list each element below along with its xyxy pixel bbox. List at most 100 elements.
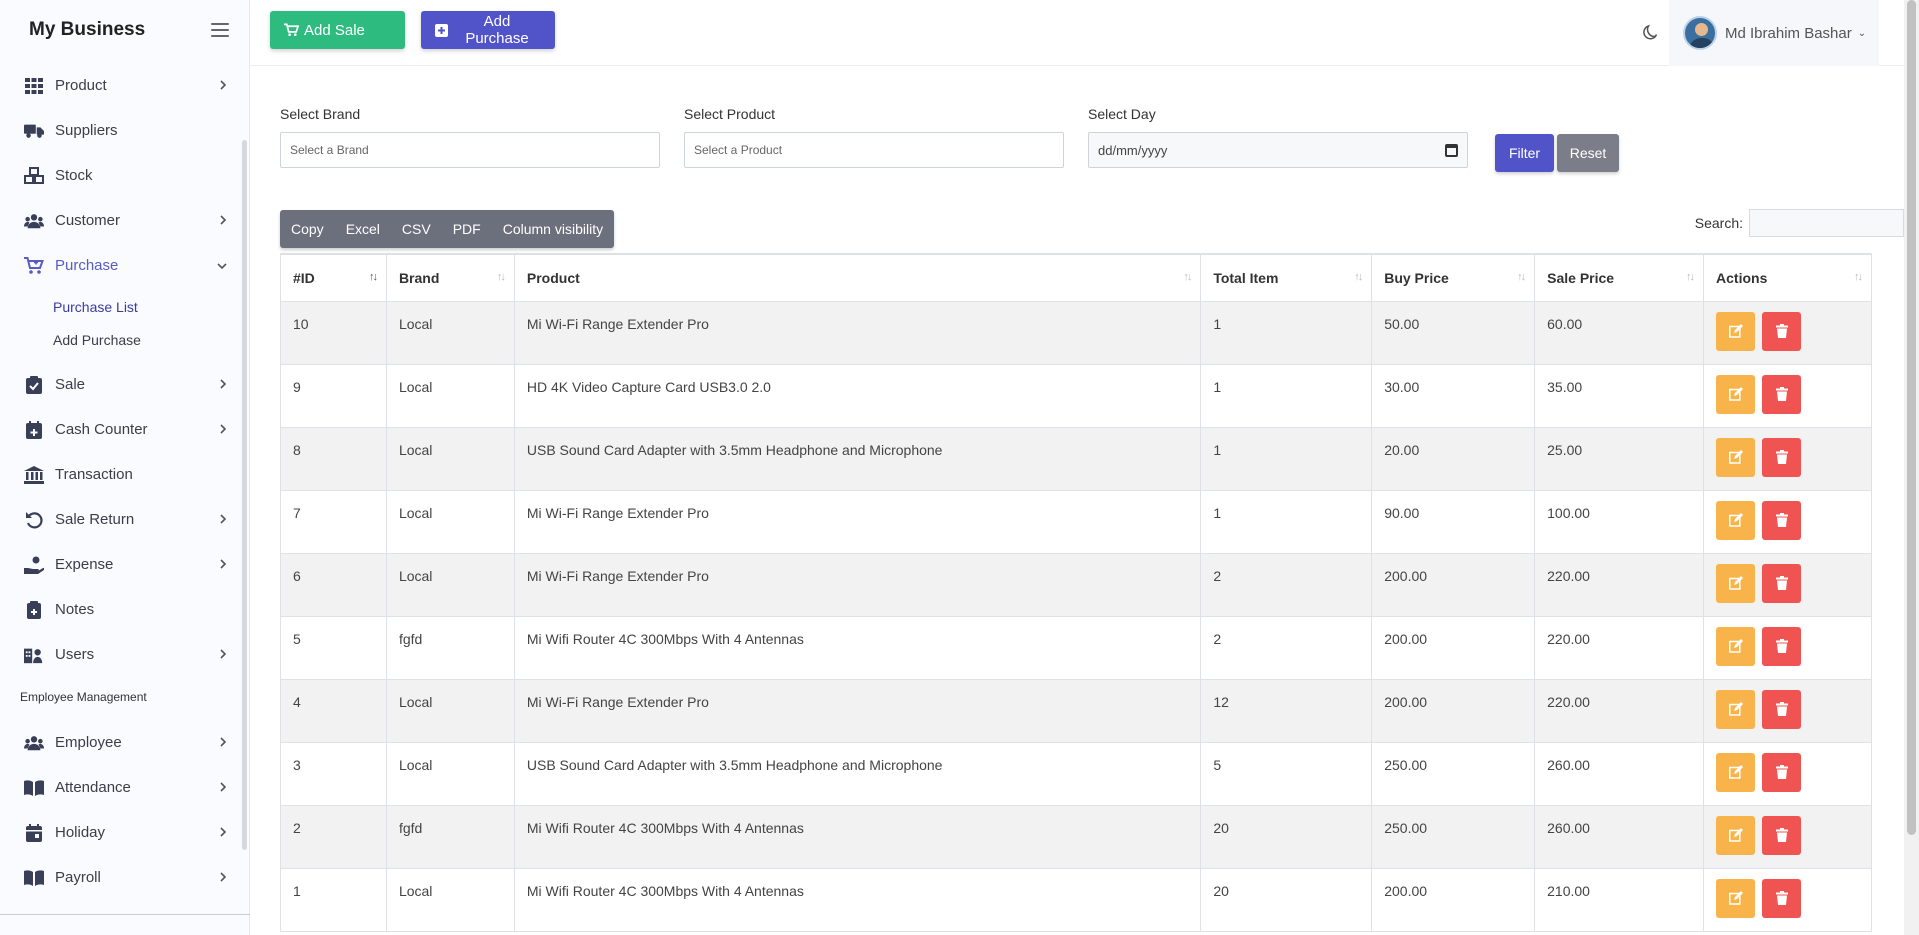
delete-button[interactable] bbox=[1762, 437, 1802, 477]
excel-button[interactable]: Excel bbox=[335, 210, 391, 248]
sidebar-item-sale-return[interactable]: Sale Return bbox=[0, 497, 249, 542]
delete-button[interactable] bbox=[1762, 500, 1802, 540]
delete-button[interactable] bbox=[1762, 878, 1802, 918]
brand-select[interactable]: Select a Brand bbox=[280, 132, 660, 168]
edit-button[interactable] bbox=[1716, 878, 1756, 918]
table-row: 5 fgfd Mi Wifi Router 4C 300Mbps With 4 An… bbox=[280, 615, 1872, 680]
chevron-right-icon bbox=[220, 735, 227, 750]
column-header-sale-price[interactable]: Sale Price ↑↓ bbox=[1534, 253, 1705, 302]
cell-sale-price: 210.00 bbox=[1534, 867, 1705, 932]
column-header-id[interactable]: #ID ↑↓ bbox=[280, 253, 387, 302]
cell-sale-price: 220.00 bbox=[1534, 552, 1705, 617]
delete-button[interactable] bbox=[1762, 626, 1802, 666]
add-sale-button[interactable]: Add Sale bbox=[270, 11, 405, 49]
section-label-employee-management: Employee Management bbox=[20, 690, 147, 704]
sidebar-item-transaction[interactable]: Transaction bbox=[0, 452, 249, 497]
edit-button[interactable] bbox=[1716, 437, 1756, 477]
search-input[interactable] bbox=[1749, 209, 1904, 237]
edit-button[interactable] bbox=[1716, 374, 1756, 414]
cell-brand: fgfd bbox=[385, 804, 515, 869]
sidebar-item-suppliers[interactable]: Suppliers bbox=[0, 108, 249, 153]
user-menu[interactable]: Md Ibrahim Bashar ⌄ bbox=[1669, 0, 1879, 66]
sidebar-item-purchase[interactable]: Purchase bbox=[0, 243, 249, 288]
sidebar-item-stock[interactable]: Stock bbox=[0, 153, 249, 198]
day-date-input[interactable]: dd/mm/yyyy bbox=[1088, 132, 1468, 168]
column-visibility-button[interactable]: Column visibility bbox=[492, 210, 614, 248]
sidebar-item-notes[interactable]: Notes bbox=[0, 587, 249, 632]
cell-actions bbox=[1703, 678, 1872, 743]
sidebar-item-customer[interactable]: Customer bbox=[0, 198, 249, 243]
delete-button[interactable] bbox=[1762, 752, 1802, 792]
column-header-product[interactable]: Product ↑↓ bbox=[513, 253, 1202, 302]
edit-button[interactable] bbox=[1716, 500, 1756, 540]
brand-filter-label: Select Brand bbox=[280, 106, 361, 122]
dark-mode-toggle-icon[interactable] bbox=[1641, 22, 1661, 42]
chevron-right-icon bbox=[220, 870, 227, 885]
trash-icon bbox=[1775, 576, 1788, 590]
cell-id: 4 bbox=[280, 678, 387, 743]
edit-button[interactable] bbox=[1716, 563, 1756, 603]
copy-button[interactable]: Copy bbox=[280, 210, 335, 248]
pdf-button[interactable]: PDF bbox=[442, 210, 492, 248]
sidebar-item-sale[interactable]: Sale bbox=[0, 362, 249, 407]
column-header-total-item[interactable]: Total Item ↑↓ bbox=[1200, 253, 1373, 302]
sidebar-item-cash-counter[interactable]: Cash Counter bbox=[0, 407, 249, 452]
main-content: Select Brand Select a Brand Select Produ… bbox=[250, 0, 1919, 935]
sidebar-item-label: Attendance bbox=[55, 779, 131, 796]
sidebar-item-users[interactable]: Users bbox=[0, 632, 249, 677]
edit-button[interactable] bbox=[1716, 815, 1756, 855]
row-actions bbox=[1716, 752, 1859, 792]
delete-button[interactable] bbox=[1762, 563, 1802, 603]
cell-brand: Local bbox=[385, 552, 515, 617]
sidebar-item-holiday[interactable]: Holiday bbox=[0, 810, 249, 855]
calendar-icon[interactable] bbox=[1445, 143, 1458, 157]
product-select[interactable]: Select a Product bbox=[684, 132, 1064, 168]
sidebar-item-label: Payroll bbox=[55, 869, 101, 886]
cell-actions bbox=[1703, 552, 1872, 617]
cell-actions bbox=[1703, 867, 1872, 932]
cell-id: 10 bbox=[280, 300, 387, 365]
edit-button[interactable] bbox=[1716, 689, 1756, 729]
page-scrollbar[interactable] bbox=[1904, 0, 1919, 935]
delete-button[interactable] bbox=[1762, 311, 1802, 351]
edit-button[interactable] bbox=[1716, 311, 1756, 351]
edit-button[interactable] bbox=[1716, 752, 1756, 792]
delete-button[interactable] bbox=[1762, 374, 1802, 414]
users-icon bbox=[24, 734, 44, 752]
cell-product: Mi Wifi Router 4C 300Mbps With 4 Antenna… bbox=[513, 867, 1202, 932]
add-purchase-button[interactable]: Add Purchase bbox=[421, 11, 555, 49]
column-header-brand[interactable]: Brand ↑↓ bbox=[385, 253, 515, 302]
cell-brand: Local bbox=[385, 489, 515, 554]
page-scrollbar-thumb[interactable] bbox=[1907, 0, 1916, 835]
cell-id: 2 bbox=[280, 804, 387, 869]
sidebar-scrollbar[interactable] bbox=[242, 140, 247, 850]
submenu-item-purchase-list[interactable]: Purchase List bbox=[0, 290, 249, 323]
add-sale-label: Add Sale bbox=[304, 21, 365, 39]
cell-sale-price: 100.00 bbox=[1534, 489, 1705, 554]
book-icon bbox=[24, 779, 44, 797]
delete-button[interactable] bbox=[1762, 689, 1802, 729]
hamburger-menu-icon[interactable] bbox=[211, 23, 229, 37]
trash-icon bbox=[1775, 639, 1788, 653]
sort-icon: ↑↓ bbox=[1854, 271, 1863, 283]
cell-buy-price: 200.00 bbox=[1371, 678, 1536, 743]
column-header-actions[interactable]: Actions ↑↓ bbox=[1703, 253, 1872, 302]
sidebar-item-product[interactable]: Product bbox=[0, 63, 249, 108]
column-header-buy-price[interactable]: Buy Price ↑↓ bbox=[1371, 253, 1536, 302]
edit-button[interactable] bbox=[1716, 626, 1756, 666]
reset-button[interactable]: Reset bbox=[1557, 134, 1619, 172]
day-filter: Select Day dd/mm/yyyy bbox=[1088, 106, 1468, 168]
submenu-item-add-purchase[interactable]: Add Purchase bbox=[0, 323, 249, 356]
sidebar-item-employee[interactable]: Employee bbox=[0, 720, 249, 765]
delete-button[interactable] bbox=[1762, 815, 1802, 855]
cell-brand: fgfd bbox=[385, 615, 515, 680]
csv-button[interactable]: CSV bbox=[391, 210, 442, 248]
cell-brand: Local bbox=[385, 867, 515, 932]
cell-actions bbox=[1703, 489, 1872, 554]
cell-id: 5 bbox=[280, 615, 387, 680]
filter-button[interactable]: Filter bbox=[1495, 134, 1554, 172]
sidebar-item-expense[interactable]: Expense bbox=[0, 542, 249, 587]
row-actions bbox=[1716, 878, 1859, 918]
sidebar-item-payroll[interactable]: Payroll bbox=[0, 855, 249, 900]
sidebar-item-attendance[interactable]: Attendance bbox=[0, 765, 249, 810]
